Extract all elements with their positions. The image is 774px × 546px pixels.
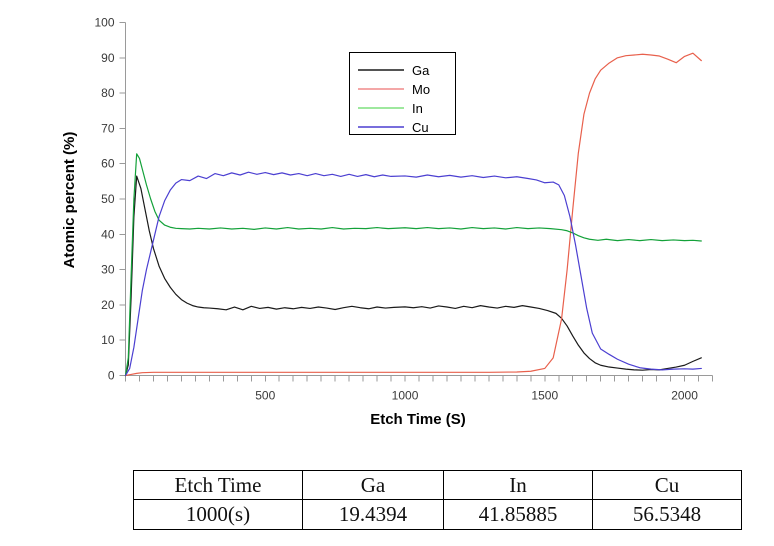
chart-canvas: 0 10 20 30 40 50 60 70 80 90 100 500 1000 1500 2000 E…: [61, 16, 713, 428]
x-tick-label: 1500: [531, 389, 558, 403]
table-cell-etch-time: 1000(s): [133, 499, 303, 530]
table-header-cu: Cu: [592, 469, 742, 501]
y-axis-ticks: [119, 22, 126, 376]
chart-page: 0 10 20 30 40 50 60 70 80 90 100 500 1000 1500 2000 E…: [0, 0, 774, 546]
series-line-ga: [124, 175, 702, 377]
legend-label-in: In: [412, 101, 423, 116]
table-cell-in: 41.85885: [443, 499, 593, 530]
legend-label-ga: Ga: [412, 63, 430, 78]
y-tick-label: 40: [101, 227, 115, 241]
table-header-etch-time: Etch Time: [133, 469, 303, 501]
depth-profile-chart: 0 10 20 30 40 50 60 70 80 90 100 500 1000 1500 2000 E…: [0, 0, 774, 440]
y-tick-label: 60: [101, 157, 115, 171]
legend-background: [349, 52, 456, 135]
y-tick-label: 80: [101, 86, 115, 100]
x-axis-title: Etch Time (S): [370, 411, 466, 428]
table-row: 1000(s) 19.4394 41.85885 56.5348: [133, 499, 742, 530]
table-header-row: Etch Time Ga In Cu: [133, 469, 742, 501]
legend-label-mo: Mo: [412, 82, 430, 97]
y-tick-label: 70: [101, 121, 115, 135]
y-tick-label: 50: [101, 192, 115, 206]
y-tick-label: 100: [94, 16, 114, 30]
y-axis-tick-labels: 0 10 20 30 40 50 60 70 80 90 100: [94, 16, 114, 383]
y-tick-label: 90: [101, 51, 115, 65]
x-axis-minor-ticks: [125, 375, 713, 382]
x-tick-label: 1000: [392, 389, 419, 403]
table-cell-ga: 19.4394: [302, 499, 444, 530]
x-axis-tick-labels: 500 1000 1500 2000: [255, 389, 698, 403]
series-line-cu: [124, 171, 702, 377]
x-tick-label: 2000: [671, 389, 698, 403]
legend-label-cu: Cu: [412, 120, 429, 135]
measurement-table: Etch Time Ga In Cu 1000(s) 19.4394 41.85…: [133, 469, 742, 530]
chart-legend: Ga Mo In Cu: [349, 52, 456, 135]
measurement-table-wrapper: Etch Time Ga In Cu 1000(s) 19.4394 41.85…: [133, 469, 742, 530]
series-line-in: [124, 153, 702, 377]
y-tick-label: 0: [108, 369, 115, 383]
table-header-ga: Ga: [302, 469, 444, 501]
y-tick-label: 30: [101, 263, 115, 277]
y-tick-label: 20: [101, 298, 115, 312]
y-tick-label: 10: [101, 333, 115, 347]
x-tick-label: 500: [255, 389, 275, 403]
table-cell-cu: 56.5348: [592, 499, 742, 530]
table-header-in: In: [443, 469, 593, 501]
y-axis-title: Atomic percent (%): [61, 132, 78, 269]
